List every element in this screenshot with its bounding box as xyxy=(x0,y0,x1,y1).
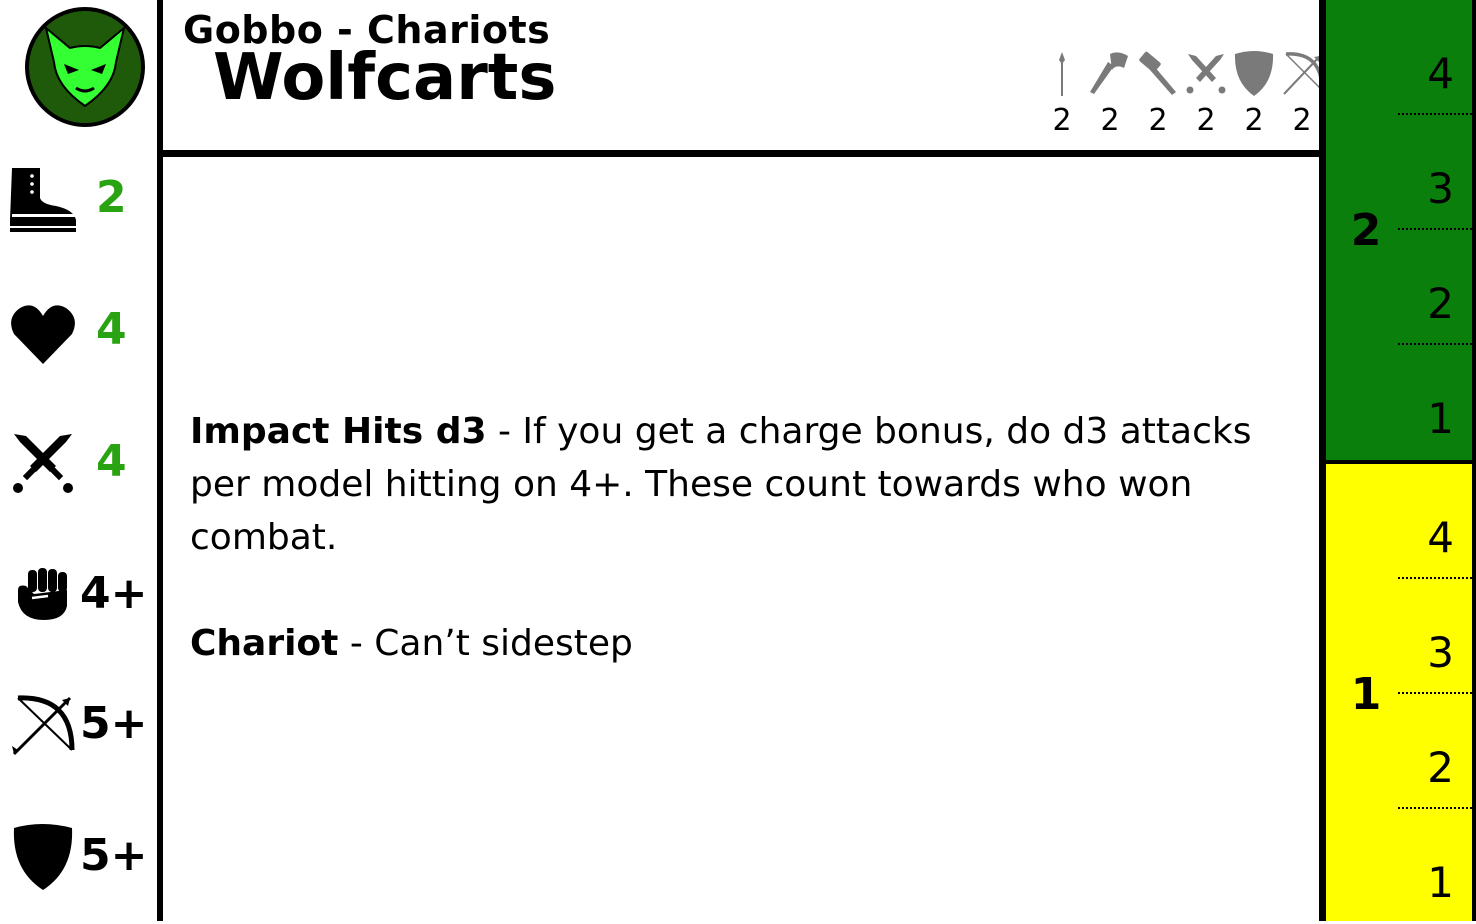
spear-icon xyxy=(1059,52,1065,96)
tracker-cell-value: 1 xyxy=(1427,394,1454,443)
goblin-face-icon xyxy=(25,7,145,127)
tracker-cell-value: 2 xyxy=(1427,279,1454,328)
tracker-cell[interactable]: 2 xyxy=(1398,694,1476,809)
weapon-spear-value: 2 xyxy=(1052,103,1072,138)
tracker-cell-value: 4 xyxy=(1427,49,1454,98)
tracker-cell-value: 3 xyxy=(1427,164,1454,213)
stat-movement: 2 xyxy=(0,160,158,240)
tracker-cell-value: 4 xyxy=(1427,513,1454,562)
tracker-cell[interactable]: 3 xyxy=(1398,115,1476,230)
header-divider xyxy=(163,150,1321,157)
tracker-cell[interactable]: 1 xyxy=(1398,809,1476,924)
weapon-spear: 2 xyxy=(1038,46,1086,142)
rule-name: Impact Hits d3 xyxy=(190,411,487,452)
stat-armour-save: 5+ xyxy=(0,818,158,898)
tracker-cell[interactable]: 4 xyxy=(1398,464,1476,579)
weapon-hammer-value: 2 xyxy=(1148,103,1168,138)
weapon-swords-value: 2 xyxy=(1196,103,1216,138)
tracker-cell[interactable]: 2 xyxy=(1398,230,1476,345)
tracker-cell-value: 1 xyxy=(1427,858,1454,907)
fist-icon xyxy=(18,568,67,620)
hammer-icon xyxy=(1139,51,1176,95)
stat-attacks: 4 xyxy=(0,424,158,504)
stat-wounds: 4 xyxy=(0,292,158,372)
heart-icon xyxy=(11,305,75,364)
weapon-hammer: 2 xyxy=(1134,46,1182,142)
boot-icon xyxy=(10,168,76,232)
special-rules: Impact Hits d3 - If you get a charge bon… xyxy=(190,405,1300,670)
stat-wounds-value: 4 xyxy=(96,304,127,355)
rule-text: - Can’t sidestep xyxy=(338,623,633,664)
right-divider xyxy=(1319,0,1326,921)
rule-chariot: Chariot - Can’t sidestep xyxy=(190,617,1300,670)
rule-name: Chariot xyxy=(190,623,339,664)
unit-name: Wolfcarts xyxy=(213,41,557,115)
bow-icon xyxy=(12,695,75,756)
bow-icon xyxy=(1283,52,1324,95)
axe-icon xyxy=(1090,52,1128,94)
unit-card: 2 4 4 4+ 5+ 5+ Gobbo - Chariots Wolfcart… xyxy=(0,0,1476,921)
band-upper-label: 2 xyxy=(1350,205,1382,256)
weapon-swords: 2 xyxy=(1182,46,1230,142)
stat-ranged-skill-value: 5+ xyxy=(80,698,148,749)
weapon-shield: 2 xyxy=(1230,46,1278,142)
tracker-cell-value: 2 xyxy=(1427,743,1454,792)
weapon-axe: 2 xyxy=(1086,46,1134,142)
wound-tracker: 2 4 3 2 1 1 4 3 2 1 xyxy=(1326,0,1476,921)
tracker-cell[interactable]: 4 xyxy=(1398,0,1476,115)
tracker-cell-value: 3 xyxy=(1427,628,1454,677)
weapon-shield-value: 2 xyxy=(1244,103,1264,138)
band-lower-label: 1 xyxy=(1350,669,1382,720)
shield-icon xyxy=(13,824,73,890)
stat-ranged-skill: 5+ xyxy=(0,686,158,766)
stat-melee-skill-value: 4+ xyxy=(80,568,148,619)
stat-attacks-value: 4 xyxy=(96,436,127,487)
tracker-cell[interactable]: 1 xyxy=(1398,345,1476,460)
crossed-swords-icon xyxy=(13,434,73,493)
tracker-band-lower: 1 4 3 2 1 xyxy=(1326,460,1476,921)
card-header: Gobbo - Chariots Wolfcarts 2 2 2 2 2 2 xyxy=(163,0,1324,150)
stat-armour-save-value: 5+ xyxy=(80,830,148,881)
shield-icon xyxy=(1234,51,1274,96)
stat-column: 2 4 4 4+ 5+ 5+ xyxy=(0,0,158,921)
stat-melee-skill: 4+ xyxy=(0,556,158,636)
tracker-cell[interactable]: 3 xyxy=(1398,579,1476,694)
crossed-swords-icon xyxy=(1186,54,1226,94)
tracker-band-upper: 2 4 3 2 1 xyxy=(1326,0,1476,460)
weapon-axe-value: 2 xyxy=(1100,103,1120,138)
weapon-stats: 2 2 2 2 2 2 xyxy=(1038,46,1328,142)
rule-impact-hits: Impact Hits d3 - If you get a charge bon… xyxy=(190,405,1300,564)
stat-movement-value: 2 xyxy=(96,172,127,223)
